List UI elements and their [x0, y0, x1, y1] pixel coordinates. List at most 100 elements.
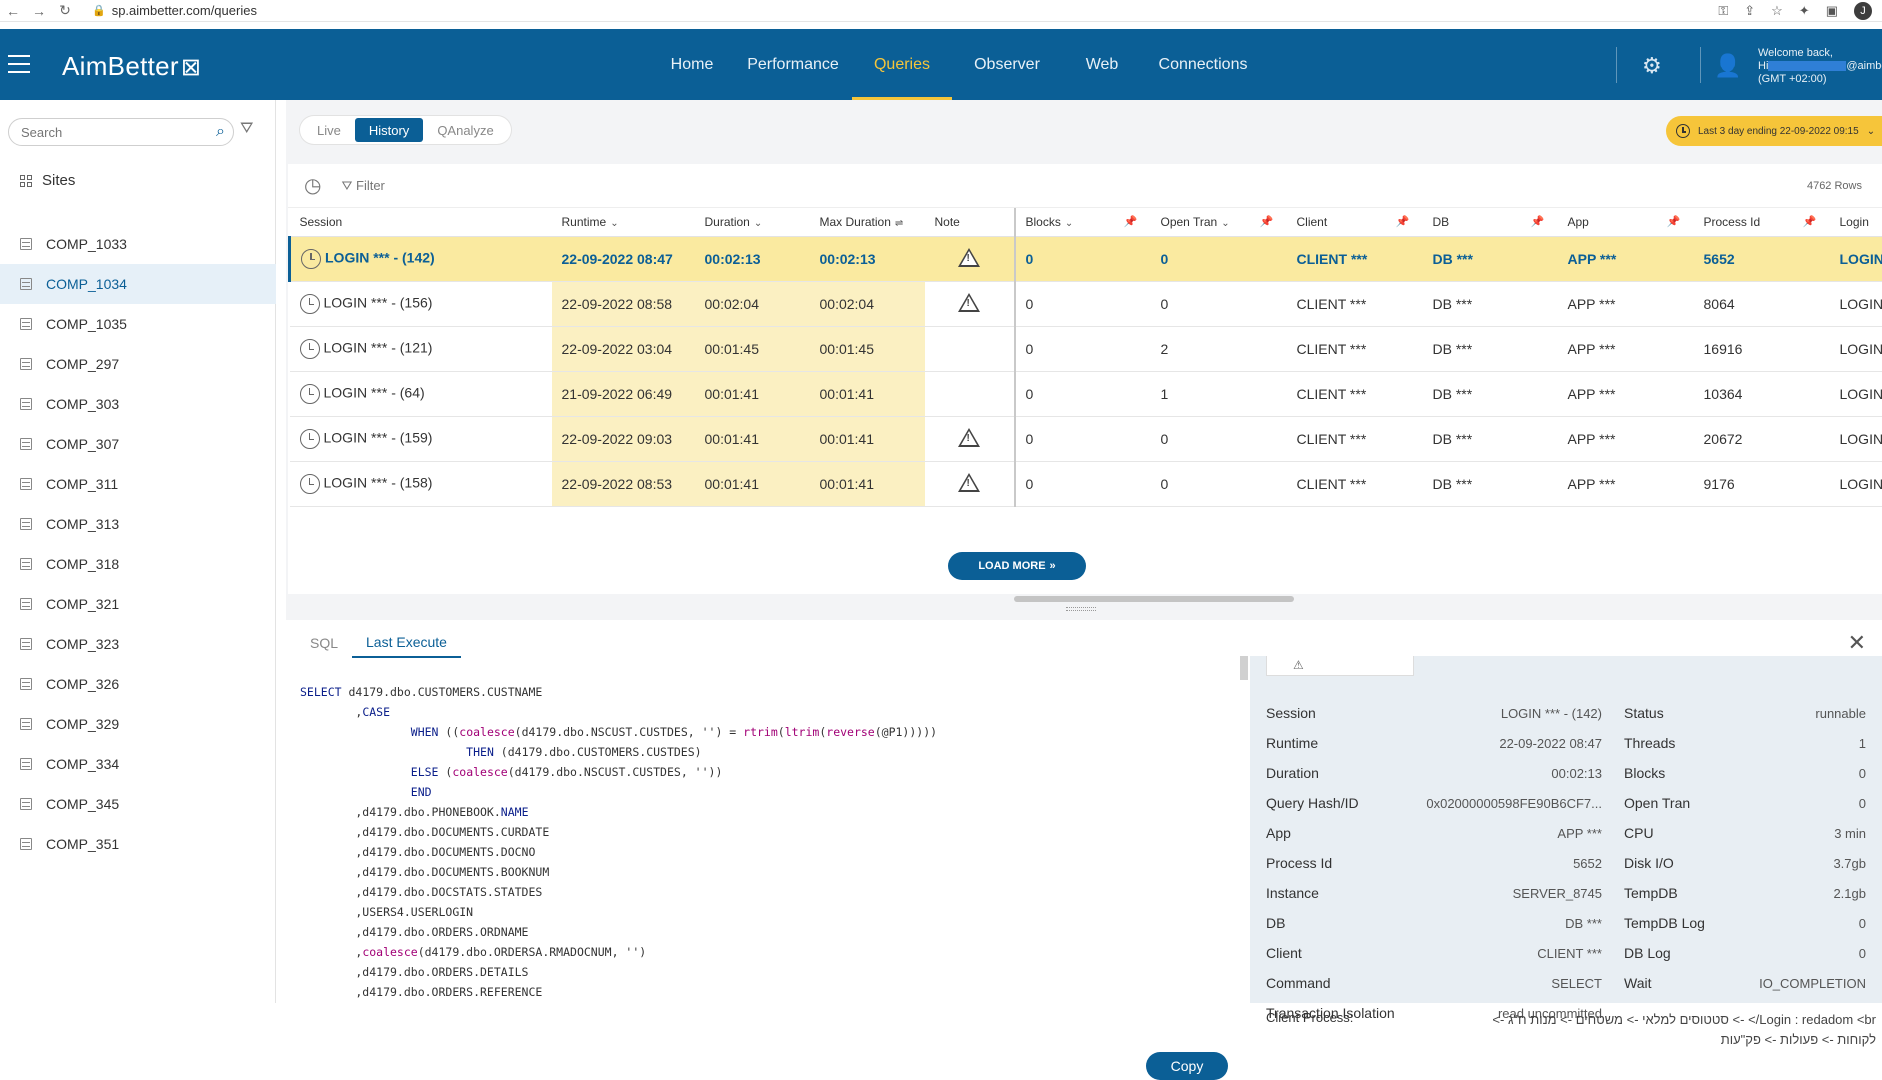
- col-note[interactable]: Note: [925, 208, 1015, 236]
- sites-header[interactable]: Sites: [20, 172, 75, 189]
- table-row[interactable]: LOGIN *** - (158) 22-09-2022 08:53 00:01…: [290, 461, 1882, 506]
- copy-button[interactable]: Copy: [1146, 1052, 1228, 1080]
- filter-icon[interactable]: ⛛: [240, 120, 253, 138]
- table-row[interactable]: LOGIN *** - (121) 22-09-2022 03:04 00:01…: [290, 326, 1882, 371]
- history-clock-icon[interactable]: ◷: [304, 173, 321, 198]
- sidebar-item[interactable]: COMP_334: [0, 744, 276, 784]
- col-client[interactable]: Client📌: [1287, 208, 1423, 236]
- address-bar[interactable]: sp.aimbetter.com/queries: [112, 3, 257, 18]
- nav-queries[interactable]: Queries: [852, 29, 952, 100]
- sidebar-item[interactable]: COMP_329: [0, 704, 276, 744]
- table-row[interactable]: LOGIN *** - (64) 21-09-2022 06:49 00:01:…: [290, 371, 1882, 416]
- hamburger-menu-icon[interactable]: [8, 55, 30, 79]
- load-more-button[interactable]: LOAD MORE»: [948, 552, 1086, 580]
- sidebar-item[interactable]: COMP_1035: [0, 304, 276, 344]
- forward-icon[interactable]: →: [26, 3, 52, 19]
- sidebar-item[interactable]: COMP_303: [0, 384, 276, 424]
- detail-row: Query Hash/ID0x02000000598FE90B6CF7...: [1266, 788, 1602, 818]
- sql-vertical-scrollbar[interactable]: [1240, 656, 1248, 680]
- sidebar-item[interactable]: COMP_321: [0, 584, 276, 624]
- sidebar-item[interactable]: COMP_313: [0, 504, 276, 544]
- tab-sql[interactable]: SQL: [296, 628, 352, 658]
- sidebar-item[interactable]: COMP_318: [0, 544, 276, 584]
- back-icon[interactable]: ←: [0, 3, 26, 19]
- col-session[interactable]: Session: [290, 208, 552, 236]
- col-login[interactable]: Login: [1830, 208, 1882, 236]
- tab-qanalyze[interactable]: QAnalyze: [423, 118, 507, 142]
- sidebar-item[interactable]: COMP_323: [0, 624, 276, 664]
- time-range-selector[interactable]: Last 3 day ending 22-09-2022 09:15 ⌄: [1666, 116, 1882, 146]
- panel-resize-handle[interactable]: [1066, 607, 1096, 611]
- detail-row: Duration00:02:13: [1266, 758, 1602, 788]
- profile-avatar[interactable]: J: [1854, 2, 1872, 20]
- table-row[interactable]: LOGIN *** - (156) 22-09-2022 08:58 00:02…: [290, 281, 1882, 326]
- rows-count: 4762 Rows: [1807, 180, 1882, 192]
- close-icon[interactable]: ✕: [1848, 630, 1866, 656]
- pin-icon[interactable]: 📌: [1667, 215, 1693, 228]
- sidepanel-icon[interactable]: ▣: [1826, 3, 1838, 19]
- sidebar-item[interactable]: COMP_307: [0, 424, 276, 464]
- detail-row: SessionLOGIN *** - (142): [1266, 698, 1602, 728]
- nav-connections[interactable]: Connections: [1142, 29, 1264, 100]
- col-app[interactable]: App📌: [1558, 208, 1694, 236]
- warning-icon[interactable]: [958, 293, 980, 312]
- extensions-icon[interactable]: ✦: [1799, 3, 1810, 19]
- app-logo[interactable]: AimBetter⊠: [62, 51, 201, 82]
- pin-icon[interactable]: 📌: [1260, 215, 1286, 228]
- session-icon: [300, 294, 320, 314]
- warning-icon[interactable]: [958, 248, 980, 267]
- sort-desc-icon: ⇌: [895, 218, 903, 229]
- welcome-text[interactable]: Welcome back, Hi@aimbet (GMT +02:00): [1758, 47, 1882, 86]
- col-process-id[interactable]: Process Id📌: [1694, 208, 1830, 236]
- filter-button[interactable]: ⛛ Filter: [341, 178, 384, 194]
- tab-last-execute[interactable]: Last Execute: [352, 628, 461, 658]
- tab-live[interactable]: Live: [303, 118, 355, 142]
- nav-web[interactable]: Web: [1062, 29, 1142, 100]
- search-field[interactable]: ⌕: [8, 118, 234, 146]
- server-icon: [20, 598, 32, 610]
- sidebar-item[interactable]: COMP_351: [0, 824, 276, 864]
- double-chevron-down-icon: »: [1050, 560, 1056, 572]
- pin-icon[interactable]: 📌: [1124, 215, 1150, 228]
- col-blocks[interactable]: Blocks⌄📌: [1015, 208, 1151, 236]
- lock-icon[interactable]: 🔒: [92, 4, 106, 17]
- user-icon[interactable]: 👤: [1714, 53, 1741, 79]
- tab-history[interactable]: History: [355, 118, 423, 142]
- sidebar-item[interactable]: COMP_345: [0, 784, 276, 824]
- sort-chevron-icon: ⌄: [1065, 218, 1073, 229]
- grid-horizontal-scrollbar[interactable]: [1014, 596, 1294, 602]
- sidebar-item[interactable]: COMP_1034: [0, 264, 276, 304]
- server-icon: [20, 678, 32, 690]
- col-max-duration[interactable]: Max Duration⇌: [810, 208, 925, 236]
- reload-icon[interactable]: ↻: [52, 2, 78, 19]
- col-db[interactable]: DB📌: [1423, 208, 1558, 236]
- sql-code-view[interactable]: SELECT d4179.dbo.CUSTOMERS.CUSTNAME ,CAS…: [286, 674, 1240, 1004]
- key-icon[interactable]: ⚿: [1718, 3, 1728, 19]
- col-open-tran[interactable]: Open Tran⌄📌: [1151, 208, 1287, 236]
- nav-home[interactable]: Home: [650, 29, 734, 100]
- share-icon[interactable]: ⇪: [1744, 3, 1755, 19]
- table-row[interactable]: LOGIN *** - (142) 22-09-2022 08:47 00:02…: [290, 236, 1882, 281]
- nav-performance[interactable]: Performance: [734, 29, 852, 100]
- warning-icon[interactable]: [958, 473, 980, 492]
- client-process-value: Login : redadom <br/> -> סטטוסים למלאי -…: [1456, 1010, 1876, 1050]
- sidebar-item[interactable]: COMP_326: [0, 664, 276, 704]
- server-icon: [20, 798, 32, 810]
- search-icon[interactable]: ⌕: [216, 123, 225, 141]
- bookmark-star-icon[interactable]: ☆: [1771, 3, 1783, 19]
- col-duration[interactable]: Duration⌄: [695, 208, 810, 236]
- nav-observer[interactable]: Observer: [952, 29, 1062, 100]
- col-runtime[interactable]: Runtime⌄: [552, 208, 695, 236]
- details-left-column: SessionLOGIN *** - (142) Runtime22-09-20…: [1266, 698, 1602, 1028]
- search-input[interactable]: [19, 124, 201, 141]
- sidebar-item[interactable]: COMP_1033: [0, 224, 276, 264]
- grid-toolbar: ◷ ⛛ Filter 4762 Rows: [288, 164, 1882, 208]
- pin-icon[interactable]: 📌: [1531, 215, 1557, 228]
- settings-gear-icon[interactable]: ⚙: [1642, 53, 1662, 79]
- sidebar-item[interactable]: COMP_311: [0, 464, 276, 504]
- pin-icon[interactable]: 📌: [1396, 215, 1422, 228]
- warning-icon[interactable]: [958, 428, 980, 447]
- sidebar-item[interactable]: COMP_297: [0, 344, 276, 384]
- table-row[interactable]: LOGIN *** - (159) 22-09-2022 09:03 00:01…: [290, 416, 1882, 461]
- pin-icon[interactable]: 📌: [1803, 215, 1829, 228]
